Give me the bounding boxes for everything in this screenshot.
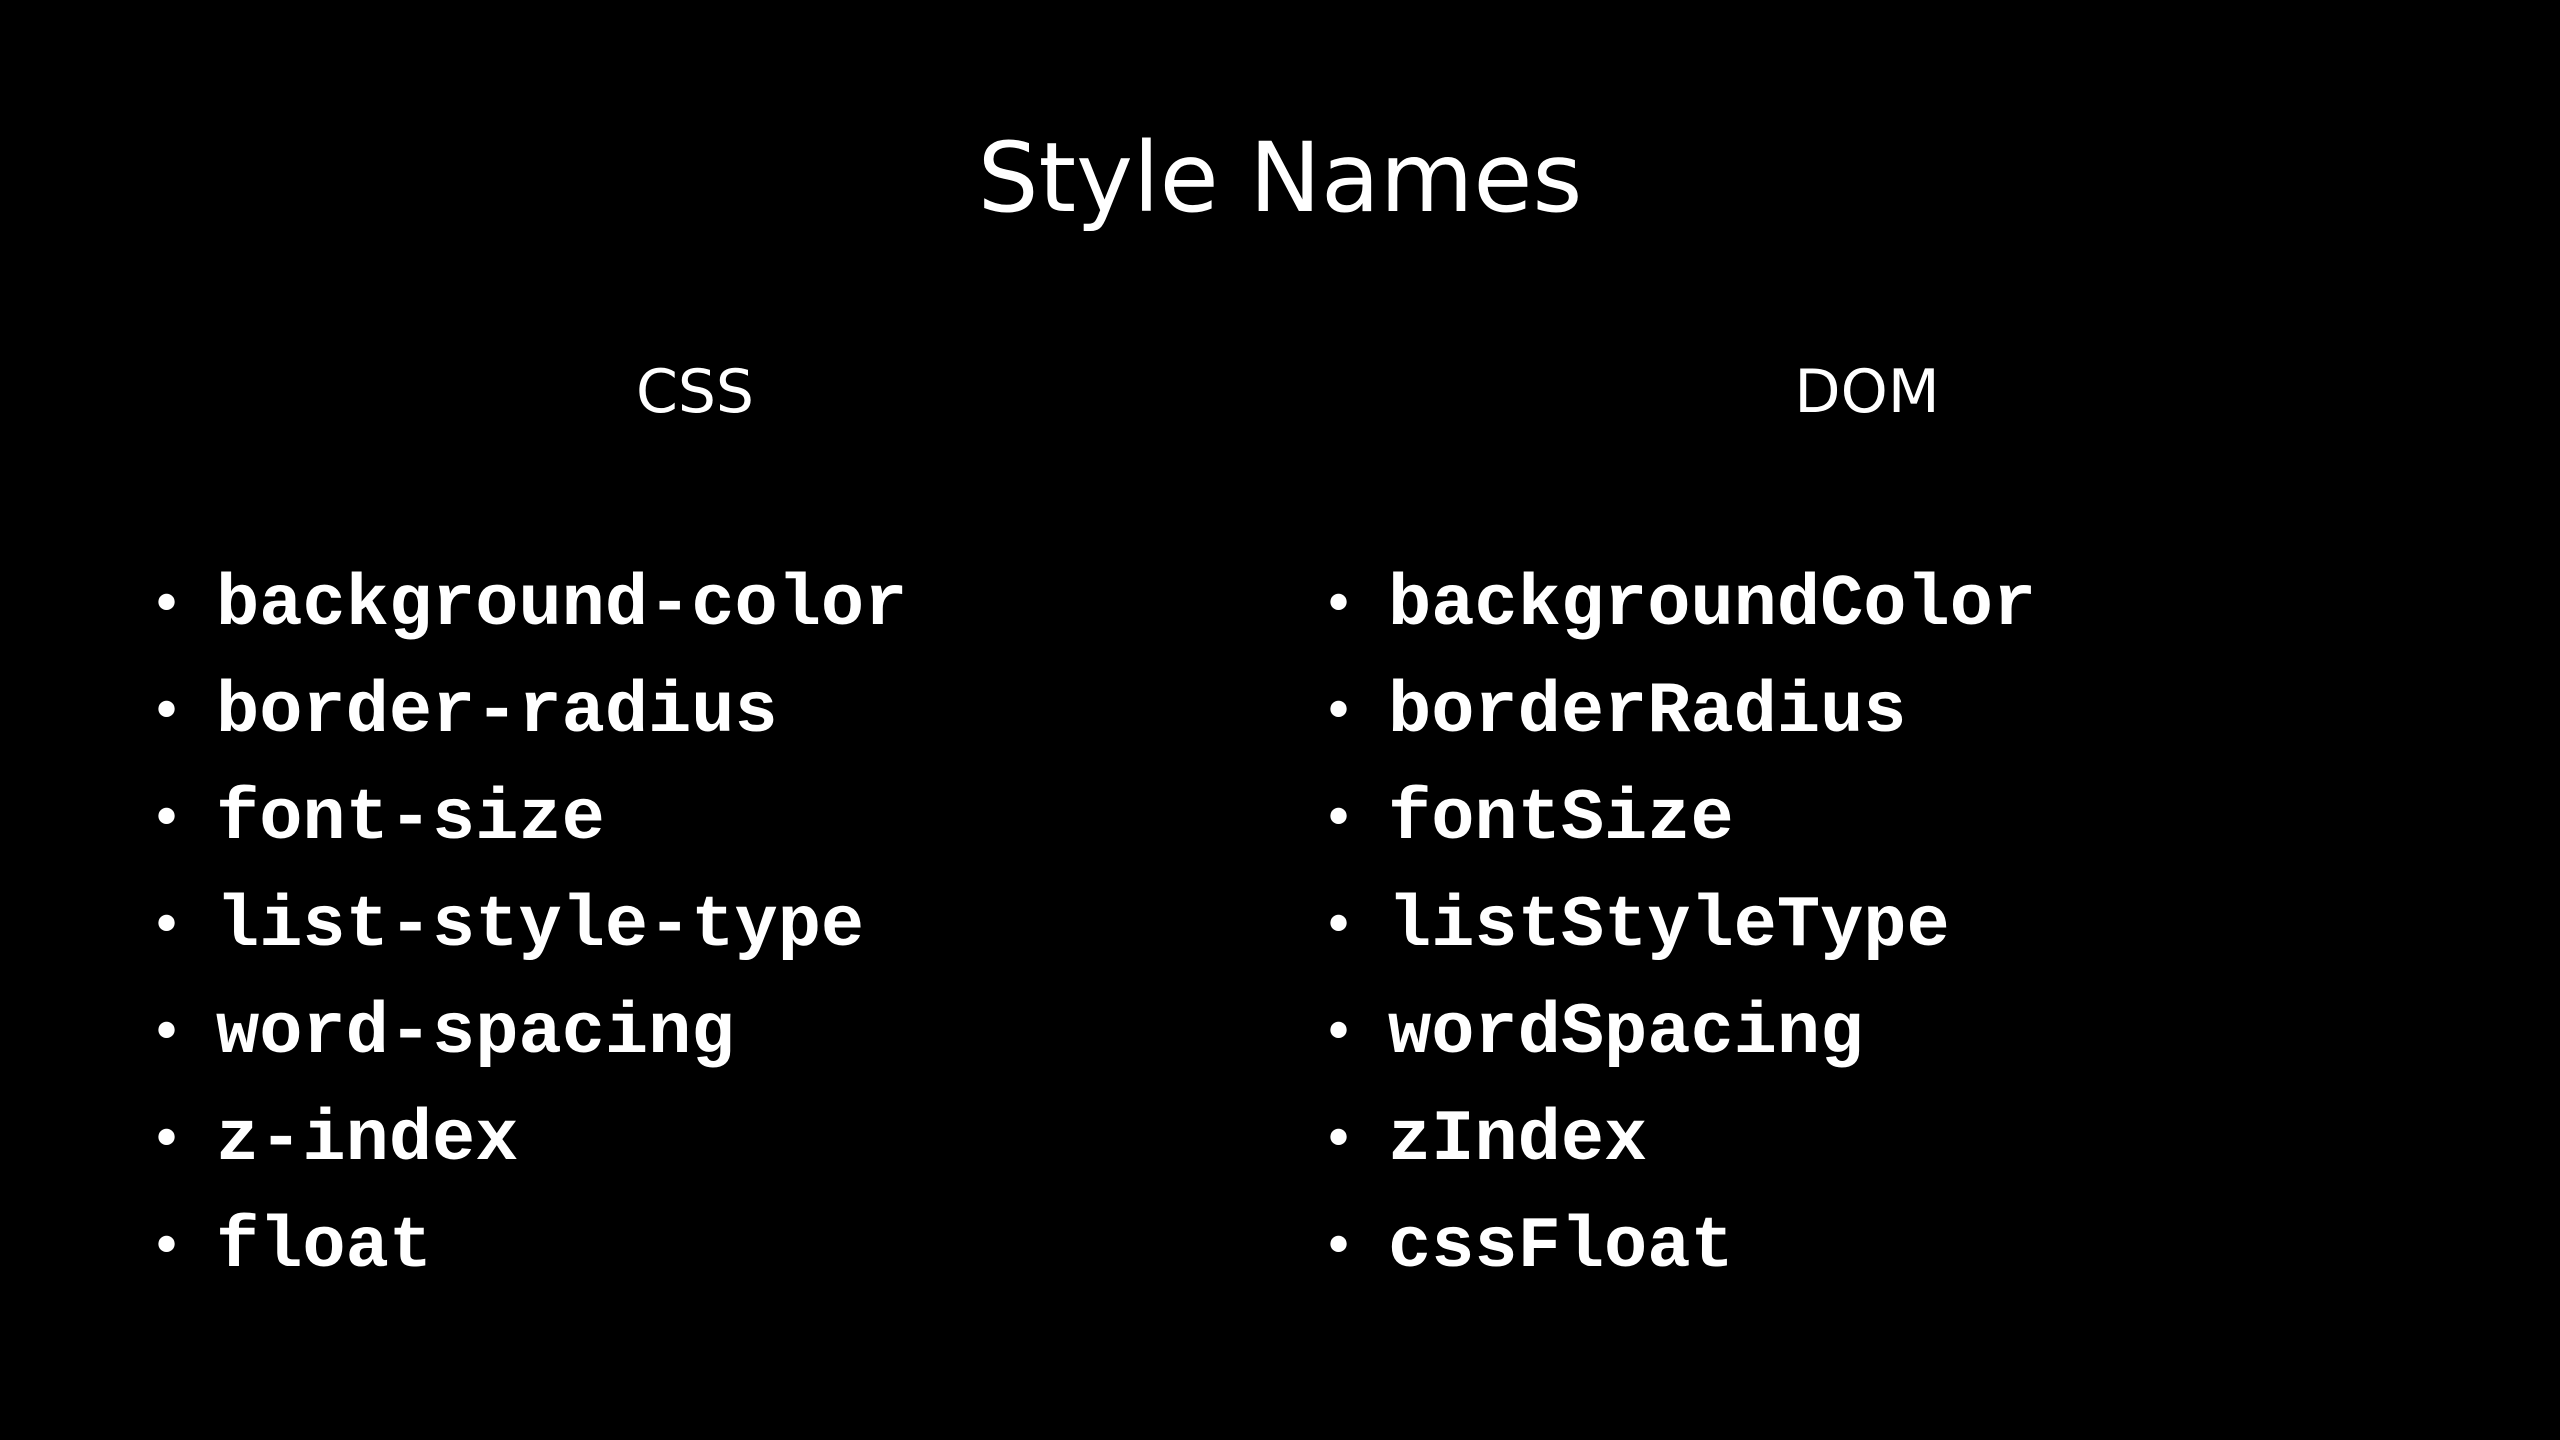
bullet-icon: • — [1322, 1000, 1356, 1065]
dom-property-name: listStyleType — [1388, 885, 1950, 967]
bullet-icon: • — [1322, 572, 1356, 637]
bullet-icon: • — [150, 1107, 184, 1172]
css-property-name: list-style-type — [216, 885, 865, 967]
column-header-dom: DOM — [1794, 357, 1940, 427]
bullet-icon: • — [150, 786, 184, 851]
css-property-name: border-radius — [216, 671, 778, 753]
dom-property-name: borderRadius — [1388, 671, 1907, 753]
presentation-slide: Style Names CSS DOM • background-color • b… — [0, 0, 2560, 1440]
bullet-icon: • — [1322, 786, 1356, 851]
bullet-icon: • — [1322, 893, 1356, 958]
column-header-css: CSS — [635, 357, 755, 427]
slide-title: Style Names — [977, 122, 1583, 234]
dom-property-name: wordSpacing — [1388, 992, 1864, 1074]
bullet-icon: • — [150, 1000, 184, 1065]
bullet-icon: • — [150, 572, 184, 637]
bullet-icon: • — [1322, 679, 1356, 744]
dom-property-name: backgroundColor — [1388, 564, 2037, 646]
css-property-name: word-spacing — [216, 992, 735, 1074]
bullet-icon: • — [1322, 1107, 1356, 1172]
dom-property-name: cssFloat — [1388, 1206, 1734, 1288]
css-property-name: z-index — [216, 1099, 519, 1181]
dom-property-name: fontSize — [1388, 778, 1734, 860]
css-property-name: font-size — [216, 778, 605, 860]
dom-property-name: zIndex — [1388, 1099, 1648, 1181]
bullet-icon: • — [1322, 1214, 1356, 1279]
bullet-icon: • — [150, 1214, 184, 1279]
bullet-icon: • — [150, 893, 184, 958]
bullet-icon: • — [150, 679, 184, 744]
css-property-name: background-color — [216, 564, 908, 646]
css-property-name: float — [216, 1206, 433, 1288]
